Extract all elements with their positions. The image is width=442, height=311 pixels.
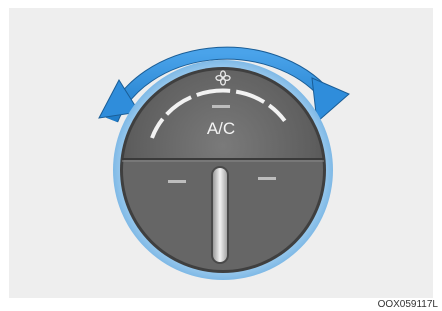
right-mode-indicator <box>258 177 276 180</box>
ac-indicator-light <box>212 105 230 108</box>
figure-code: OOX059117L <box>374 299 438 311</box>
knob-grip[interactable] <box>213 168 227 262</box>
ac-label: A/C <box>207 119 235 138</box>
climate-control-illustration: A/C <box>98 46 350 280</box>
left-mode-indicator <box>168 180 186 183</box>
